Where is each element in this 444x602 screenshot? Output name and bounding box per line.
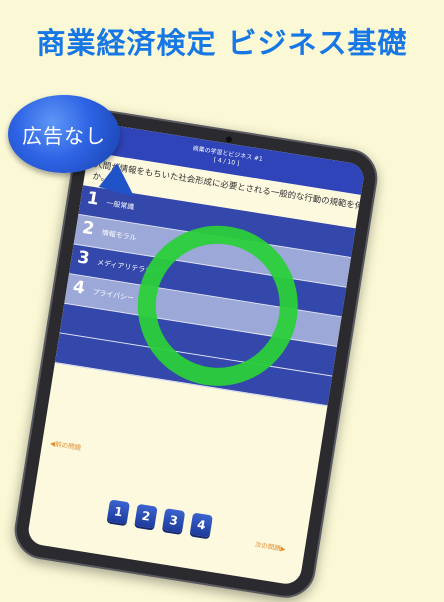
choice-number: 3 [76,247,91,270]
headline: 商業経済検定 ビジネス基礎 [36,26,408,60]
key-3-button[interactable]: 3 [162,508,186,533]
wrong-mark-icon: × [348,295,359,308]
key-1-button[interactable]: 1 [106,499,130,525]
choice-number: 2 [80,217,96,240]
key-4-button[interactable]: 4 [189,512,213,538]
choice-label: 情報モラル [101,228,137,243]
key-2-button[interactable]: 2 [134,503,158,529]
app-screen: ‹ 商業の学習とビジネス #1 [ 4 / 10 ] 人間が情報をもちいた社会形… [26,122,366,586]
correct-mark-icon: ○ [343,325,355,338]
choice-number: 1 [85,188,101,210]
wrong-mark-icon: × [334,384,345,397]
tablet-frame: ‹ 商業の学習とビジネス #1 [ 4 / 10 ] 人間が情報をもちいた社会形… [10,106,382,602]
choice-number: 4 [71,277,87,299]
choice-label: プライバシー [91,288,135,303]
no-ads-label: 広告なし [22,124,106,148]
wrong-mark-icon: × [339,354,350,367]
camera-dot [225,136,233,143]
prev-question-link[interactable]: ◀前の問題 [50,437,82,452]
no-ads-bubble: 広告なし [8,95,120,173]
next-question-link[interactable]: 次の問題▶ [254,539,286,554]
answer-keypad: 1 2 3 4 [106,499,248,547]
